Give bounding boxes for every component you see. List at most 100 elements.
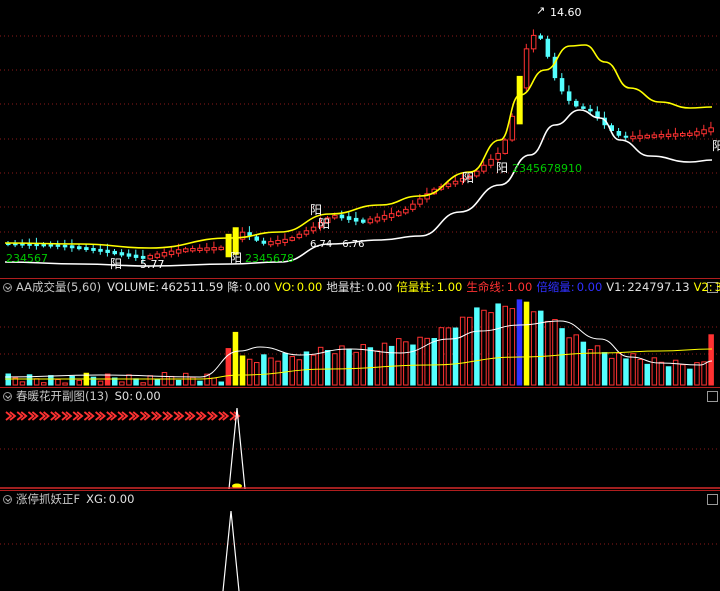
limit-up-panel[interactable]: 涨停抓妖正F XG: 0.00 [0,491,720,591]
candle-body-down [588,108,593,112]
candle-body-up [502,139,508,154]
candle-body-up [218,246,224,251]
volume-bar [41,382,47,386]
volume-bar [452,327,459,386]
volume-bar [97,380,104,386]
volume-bar [90,376,97,386]
volume-bar [325,350,331,386]
candle-body-up [665,133,672,138]
volume-label: VOLUME: [107,280,160,294]
chevron-marker [151,411,163,421]
volume-bar [459,316,466,386]
candle-body-up [672,133,679,137]
volume-bar [55,379,61,386]
volume-panel[interactable]: AA成交量(5,60) VOLUME: 462511.59 降: 0.00 VO: 0.00… [0,279,720,387]
candle-body-up [474,170,480,177]
volume-bar [580,341,587,386]
candle-body-up [694,131,700,136]
candle-body-up [367,218,374,224]
yang-label-3: 阳 [318,217,330,231]
candle-body-up [268,241,274,246]
candle-body-up [204,247,210,251]
candle-body-up [161,252,168,257]
volume-bar [374,350,381,386]
yang-label-2: 阳 [230,251,242,265]
volume-bar [708,334,714,386]
candle-body-up [175,249,182,254]
candle-body-up [637,135,643,139]
volume-bar [665,366,672,386]
candle-body-down [353,217,359,222]
volume-value: 462511.59 [161,280,224,294]
volume-bar [133,378,139,386]
candle-body-up [303,230,310,235]
v2-value: 3 [714,280,720,294]
spring-indicator-panel[interactable]: 春暖花开副图(13) S0: 0.00 [0,388,720,490]
chevron-marker [95,411,107,421]
volume-bar [552,319,558,386]
volume-bar [19,381,26,386]
chevron-marker [83,411,95,421]
high-price-label: 14.60 [550,6,582,19]
price-chart-panel[interactable]: 14.60 ↗ 5.77 6.74 - 6.76 234567 2345678 … [0,0,720,278]
collapse-icon[interactable] [3,283,12,292]
chevron-marker [5,411,17,421]
volume-bar [687,368,693,386]
chevron-marker [162,411,174,421]
volume-bar [680,364,686,386]
candle-body-down [261,240,267,244]
volume-bar [48,375,54,386]
candle-body-up [651,134,658,138]
collapse-icon[interactable] [3,495,12,504]
v1-value: 224797.13 [627,280,690,294]
candle-body-down [581,106,586,109]
shengming-label: 生命线: [466,280,505,294]
candle-body-signal [516,75,523,125]
chevron-marker [117,411,129,421]
candlestick-chart[interactable]: 14.60 ↗ 5.77 6.74 - 6.76 234567 2345678 … [0,0,720,278]
collapse-icon[interactable] [3,392,12,401]
candle-body-down [361,219,366,223]
beiliang-value: 1.00 [436,280,463,294]
seq-label-3: 2345678910 [512,162,582,175]
volume-bar [119,381,125,386]
volume-bars-chart[interactable] [0,279,720,387]
candle-body-down [119,252,125,256]
xg-value: 0.00 [108,492,135,506]
candle-body-up [644,134,650,139]
volume-bar [346,348,352,386]
candle-body-down [112,250,117,255]
volume-bar [197,380,203,386]
volume-bar [403,341,409,386]
volume-bar [637,358,643,386]
candle-body-up [332,215,338,219]
volume-bar [601,352,608,386]
chevron-marker [218,411,230,421]
volume-bar [417,336,423,386]
candle-body-down [133,254,139,258]
candle-body-up [183,248,189,253]
candle-body-up [190,248,196,252]
volume-bar [694,362,700,386]
candle-body-up [289,237,295,241]
volume-header: AA成交量(5,60) VOLUME: 462511.59 降: 0.00 VO: 0.00… [0,279,720,295]
spring-title: 春暖花开副图(13) [16,389,109,403]
high-price-arrow-icon: ↗ [536,4,545,17]
candle-body-up [708,127,714,133]
volume-bar [175,379,182,386]
spring-header: 春暖花开副图(13) S0: 0.00 [0,388,720,404]
volume-bar [339,345,345,386]
candle-body-down [48,244,54,247]
candle-body-down [62,244,68,248]
jiang-label: 降: [227,280,243,294]
yang-label-1: 阳 [110,257,122,271]
volume-bar [360,344,366,386]
chevron-marker [128,411,140,421]
volume-bar [495,303,501,386]
candle-body-up [197,247,203,252]
chevron-marker [39,411,51,421]
volume-bar [701,361,707,386]
volume-bar [69,375,75,386]
volume-bar [282,352,288,386]
volume-bar [630,353,636,386]
